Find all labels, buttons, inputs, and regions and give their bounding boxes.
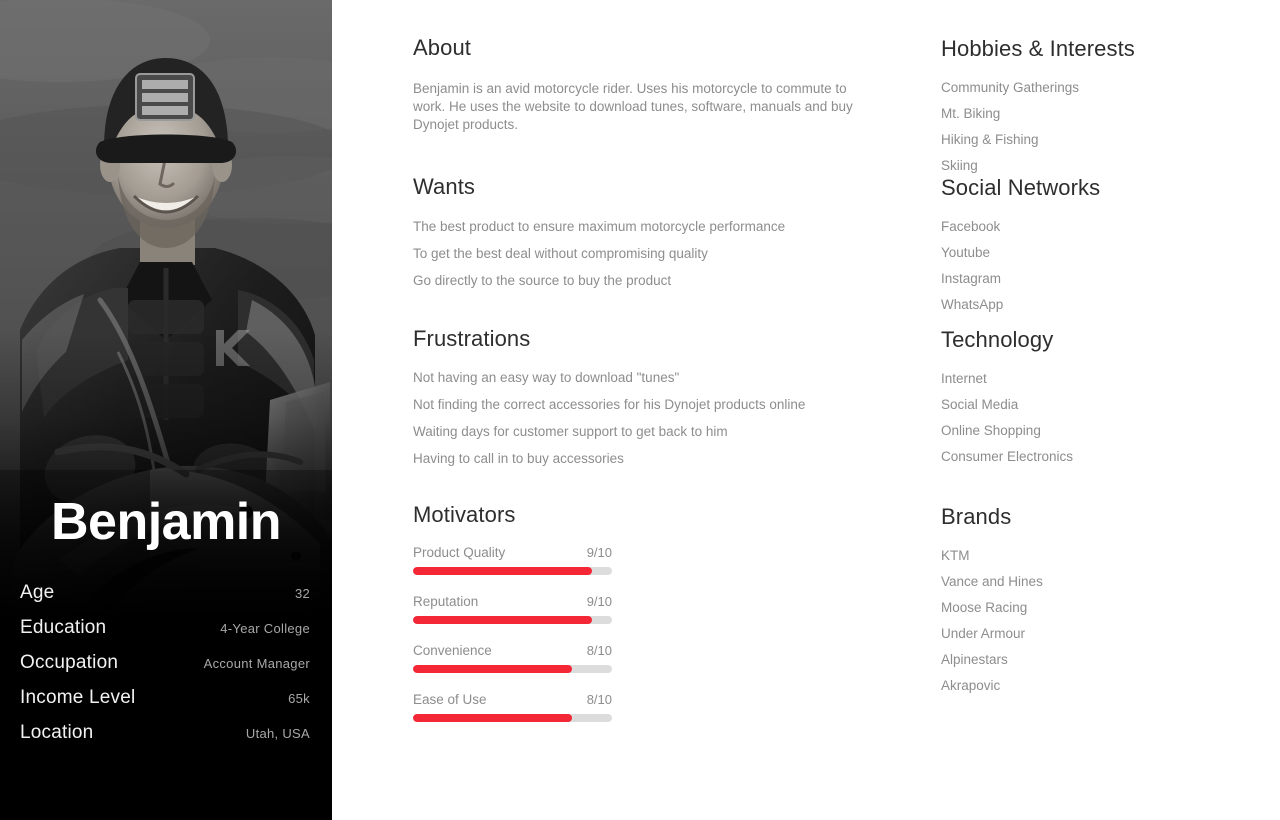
motivator-item: Product Quality 9/10 — [413, 545, 673, 576]
list-item: Mt. Biking — [941, 106, 1001, 122]
motivator-bar-fill — [413, 714, 573, 723]
list-item: Having to call in to buy accessories — [413, 451, 624, 467]
list-item: KTM — [941, 548, 970, 564]
section-motivators: Motivators Product Quality 9/10 Reputati… — [413, 502, 673, 741]
list-item: Not having an easy way to download "tune… — [413, 370, 680, 386]
section-title-social-networks: Social Networks — [941, 175, 1101, 200]
list-item: WhatsApp — [941, 297, 1004, 313]
profile-panel: Benjamin Age 32 Education 4-Year College… — [0, 0, 332, 820]
stat-row: Location Utah, USA — [20, 722, 310, 757]
stat-value-education: 4-Year College — [220, 621, 310, 636]
list-item: The best product to ensure maximum motor… — [413, 219, 786, 235]
motivator-label: Product Quality — [413, 545, 506, 561]
section-title-frustrations: Frustrations — [413, 326, 531, 351]
motivator-score: 8/10 — [586, 692, 612, 708]
motivator-item: Convenience 8/10 — [413, 643, 673, 674]
stat-value-income-level: 65k — [288, 691, 310, 706]
motivator-item: Reputation 9/10 — [413, 594, 673, 625]
persona-stats: Age 32 Education 4-Year College Occupati… — [0, 582, 332, 757]
stat-label-age: Age — [20, 582, 55, 603]
motivator-item: Ease of Use 8/10 — [413, 692, 673, 723]
motivator-bar-fill — [413, 616, 593, 625]
motivator-bar-track — [413, 567, 612, 576]
stat-label-education: Education — [20, 617, 107, 638]
motivator-score: 9/10 — [586, 545, 612, 561]
section-title-hobbies: Hobbies & Interests — [941, 36, 1135, 61]
section-frustrations: Frustrations Not having an easy way to d… — [413, 326, 873, 478]
list-item: Vance and Hines — [941, 574, 1043, 590]
section-brands: Brands KTM Vance and Hines Moose Racing … — [941, 504, 1271, 704]
list-item: Akrapovic — [941, 678, 1001, 694]
motivator-bar-track — [413, 665, 612, 674]
motivator-label: Ease of Use — [413, 692, 487, 708]
motivator-bar-track — [413, 616, 612, 625]
list-item: Not finding the correct accessories for … — [413, 397, 806, 413]
list-item: Facebook — [941, 219, 1001, 235]
section-title-motivators: Motivators — [413, 502, 516, 527]
list-item: Waiting days for customer support to get… — [413, 424, 728, 440]
list-item: Hiking & Fishing — [941, 132, 1039, 148]
motivator-head: Reputation 9/10 — [413, 594, 612, 609]
motivator-bar-track — [413, 714, 612, 723]
list-item: Under Armour — [941, 626, 1026, 642]
motivator-bar-fill — [413, 567, 593, 576]
section-wants: Wants The best product to ensure maximum… — [413, 174, 873, 300]
section-technology: Technology Internet Social Media Online … — [941, 327, 1271, 475]
section-about: About Benjamin is an avid motorcycle rid… — [413, 35, 873, 134]
stat-label-income-level: Income Level — [20, 687, 136, 708]
motivator-bar-fill — [413, 665, 573, 674]
list-item: Alpinestars — [941, 652, 1008, 668]
section-title-about: About — [413, 35, 471, 60]
section-title-wants: Wants — [413, 174, 476, 199]
persona-name: Benjamin — [50, 493, 282, 551]
list-item: Community Gatherings — [941, 80, 1080, 96]
list-item: Instagram — [941, 271, 1002, 287]
stat-row: Education 4-Year College — [20, 617, 310, 652]
list-item: Social Media — [941, 397, 1019, 413]
stat-value-occupation: Account Manager — [203, 656, 310, 671]
motivator-score: 9/10 — [586, 594, 612, 610]
stat-row: Occupation Account Manager — [20, 652, 310, 687]
section-title-technology: Technology — [941, 327, 1054, 352]
list-item: Moose Racing — [941, 600, 1028, 616]
list-item: Skiing — [941, 158, 978, 174]
motivator-head: Ease of Use 8/10 — [413, 692, 612, 707]
stat-row: Income Level 65k — [20, 687, 310, 722]
motivator-head: Product Quality 9/10 — [413, 545, 612, 560]
stat-label-location: Location — [20, 722, 94, 743]
stat-row: Age 32 — [20, 582, 310, 617]
stat-label-occupation: Occupation — [20, 652, 119, 673]
list-item: Internet — [941, 371, 987, 387]
persona-page: Benjamin Age 32 Education 4-Year College… — [0, 0, 1280, 820]
motivator-label: Reputation — [413, 594, 479, 610]
stat-value-age: 32 — [294, 586, 310, 601]
list-item: Consumer Electronics — [941, 449, 1074, 465]
about-paragraph: Benjamin is an avid motorcycle rider. Us… — [413, 81, 853, 133]
list-item: Go directly to the source to buy the pro… — [413, 273, 672, 289]
motivator-label: Convenience — [413, 643, 492, 659]
motivator-score: 8/10 — [586, 643, 612, 659]
list-item: Online Shopping — [941, 423, 1041, 439]
stat-value-location: Utah, USA — [245, 726, 310, 741]
section-title-brands: Brands — [941, 504, 1012, 529]
motivator-head: Convenience 8/10 — [413, 643, 612, 658]
list-item: Youtube — [941, 245, 991, 261]
list-item: To get the best deal without compromisin… — [413, 246, 708, 262]
section-hobbies: Hobbies & Interests Community Gatherings… — [941, 36, 1271, 184]
section-social-networks: Social Networks Facebook Youtube Instagr… — [941, 175, 1271, 323]
